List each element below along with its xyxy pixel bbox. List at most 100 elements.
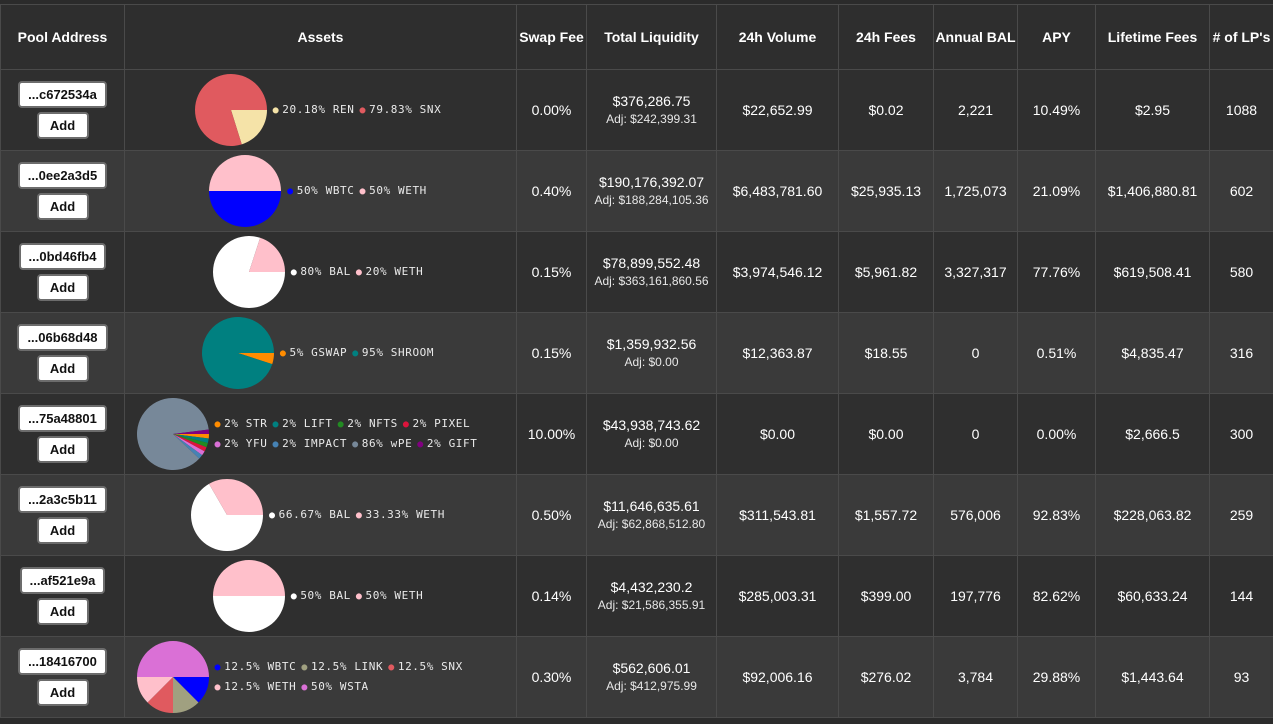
header-pool-address[interactable]: Pool Address bbox=[1, 5, 125, 70]
add-pool-button[interactable]: Add bbox=[37, 112, 89, 139]
legend-label: 12.5% SNX bbox=[398, 660, 463, 673]
legend-item: ●2% GIFT bbox=[417, 434, 477, 454]
lp-count: 93 bbox=[1210, 637, 1273, 718]
lp-count-value: 316 bbox=[1230, 345, 1253, 361]
apy-value: 82.62% bbox=[1033, 588, 1080, 604]
legend-label: 20% WETH bbox=[366, 265, 424, 278]
legend-label: 86% wPE bbox=[362, 437, 413, 450]
swap-fee-value: 0.50% bbox=[532, 507, 572, 523]
fees-24h: $0.00 bbox=[839, 394, 934, 475]
header-total-liquidity[interactable]: Total Liquidity bbox=[587, 5, 717, 70]
fees-24h: $5,961.82 bbox=[839, 232, 934, 313]
header-annual-bal[interactable]: Annual BAL bbox=[934, 5, 1018, 70]
asset-legend: ●20.18% REN●79.83% SNX bbox=[273, 100, 447, 120]
legend-item: ●2% PIXEL bbox=[403, 414, 470, 434]
legend-label: 2% STR bbox=[224, 417, 267, 430]
total-liquidity: $190,176,392.07 Adj: $188,284,105.36 bbox=[587, 151, 717, 232]
legend-dot-icon: ● bbox=[417, 439, 424, 450]
add-pool-button[interactable]: Add bbox=[37, 679, 89, 706]
pool-address-button[interactable]: ...c672534a bbox=[18, 81, 107, 108]
liquidity-value: $4,432,230.2 bbox=[587, 578, 716, 596]
table-row: ...af521e9a Add ●50% BAL●50% WETH0.14%$4… bbox=[1, 556, 1273, 637]
fees-24h-value: $399.00 bbox=[861, 588, 912, 604]
lifetime-fees-value: $1,406,880.81 bbox=[1108, 183, 1198, 199]
liquidity-value: $1,359,932.56 bbox=[587, 335, 716, 353]
pie-slice bbox=[213, 596, 285, 632]
legend-item: ●2% YFU bbox=[215, 434, 268, 454]
table-row: ...0bd46fb4 Add ●80% BAL●20% WETH0.15%$7… bbox=[1, 232, 1273, 313]
pool-address-button[interactable]: ...af521e9a bbox=[20, 567, 106, 594]
fees-24h: $18.55 bbox=[839, 313, 934, 394]
pool-address-button[interactable]: ...0ee2a3d5 bbox=[18, 162, 107, 189]
assets-group: ●12.5% WBTC●12.5% LINK●12.5% SNX●12.5% W… bbox=[125, 641, 516, 713]
annual-bal: 1,725,073 bbox=[934, 151, 1018, 232]
legend-dot-icon: ● bbox=[291, 267, 298, 278]
header-24h-fees[interactable]: 24h Fees bbox=[839, 5, 934, 70]
annual-bal: 0 bbox=[934, 394, 1018, 475]
add-pool-button[interactable]: Add bbox=[37, 598, 89, 625]
legend-item: ●2% NFTS bbox=[338, 414, 398, 434]
assets-cell: ●2% STR●2% LIFT●2% NFTS●2% PIXEL●2% YFU●… bbox=[125, 394, 517, 475]
pool-address-group: ...c672534a Add bbox=[1, 81, 124, 139]
legend-dot-icon: ● bbox=[352, 348, 359, 359]
liquidity-value: $190,176,392.07 bbox=[587, 173, 716, 191]
assets-group: ●2% STR●2% LIFT●2% NFTS●2% PIXEL●2% YFU●… bbox=[125, 398, 516, 470]
pool-address-button[interactable]: ...18416700 bbox=[18, 648, 107, 675]
legend-dot-icon: ● bbox=[215, 419, 222, 430]
assets-group: ●50% BAL●50% WETH bbox=[125, 560, 516, 632]
legend-label: 5% GSWAP bbox=[289, 346, 347, 359]
header-lifetime-fees[interactable]: Lifetime Fees bbox=[1096, 5, 1210, 70]
apy-value: 92.83% bbox=[1033, 507, 1080, 523]
legend-dot-icon: ● bbox=[352, 439, 359, 450]
add-pool-button[interactable]: Add bbox=[37, 436, 89, 463]
pool-address-group: ...06b68d48 Add bbox=[1, 324, 124, 382]
total-liquidity: $11,646,635.61 Adj: $62,868,512.80 bbox=[587, 475, 717, 556]
annual-bal-value: 0 bbox=[972, 426, 980, 442]
pool-address-group: ...2a3c5b11 Add bbox=[1, 486, 124, 544]
swap-fee: 0.00% bbox=[517, 70, 587, 151]
swap-fee: 0.40% bbox=[517, 151, 587, 232]
pool-address-button[interactable]: ...75a48801 bbox=[18, 405, 107, 432]
pool-address-button[interactable]: ...0bd46fb4 bbox=[19, 243, 107, 270]
pool-address-cell: ...0ee2a3d5 Add bbox=[1, 151, 125, 232]
legend-dot-icon: ● bbox=[338, 419, 345, 430]
header-lps[interactable]: # of LP's bbox=[1210, 5, 1273, 70]
liquidity-adjusted: Adj: $0.00 bbox=[587, 434, 716, 452]
table-row: ...06b68d48 Add ●5% GSWAP●95% SHROOM0.15… bbox=[1, 313, 1273, 394]
assets-group: ●66.67% BAL●33.33% WETH bbox=[125, 479, 516, 551]
lifetime-fees-value: $228,063.82 bbox=[1114, 507, 1192, 523]
legend-item: ●12.5% WBTC bbox=[215, 657, 297, 677]
add-pool-button[interactable]: Add bbox=[37, 355, 89, 382]
volume-24h: $12,363.87 bbox=[717, 313, 839, 394]
fees-24h: $276.02 bbox=[839, 637, 934, 718]
legend-dot-icon: ● bbox=[272, 439, 279, 450]
header-assets[interactable]: Assets bbox=[125, 5, 517, 70]
legend-label: 12.5% WETH bbox=[224, 680, 296, 693]
legend-dot-icon: ● bbox=[403, 419, 410, 430]
lp-count-value: 259 bbox=[1230, 507, 1253, 523]
legend-label: 50% BAL bbox=[300, 589, 351, 602]
legend-dot-icon: ● bbox=[215, 662, 222, 673]
pool-address-button[interactable]: ...06b68d48 bbox=[17, 324, 107, 351]
legend-label: 20.18% REN bbox=[282, 103, 354, 116]
add-pool-button[interactable]: Add bbox=[37, 193, 89, 220]
add-pool-button[interactable]: Add bbox=[37, 517, 89, 544]
apy: 92.83% bbox=[1018, 475, 1096, 556]
header-swap-fee[interactable]: Swap Fee bbox=[517, 5, 587, 70]
header-apy[interactable]: APY bbox=[1018, 5, 1096, 70]
apy-value: 10.49% bbox=[1033, 102, 1080, 118]
lifetime-fees-value: $1,443.64 bbox=[1121, 669, 1183, 685]
volume-24h-value: $285,003.31 bbox=[739, 588, 817, 604]
add-pool-button[interactable]: Add bbox=[37, 274, 89, 301]
annual-bal: 3,784 bbox=[934, 637, 1018, 718]
legend-item: ●66.67% BAL bbox=[269, 505, 351, 525]
pool-address-group: ...18416700 Add bbox=[1, 648, 124, 706]
pool-address-button[interactable]: ...2a3c5b11 bbox=[18, 486, 107, 513]
pool-address-cell: ...af521e9a Add bbox=[1, 556, 125, 637]
annual-bal: 2,221 bbox=[934, 70, 1018, 151]
liquidity-adjusted: Adj: $21,586,355.91 bbox=[587, 596, 716, 614]
legend-dot-icon: ● bbox=[388, 662, 395, 673]
lifetime-fees-value: $619,508.41 bbox=[1114, 264, 1192, 280]
header-24h-volume[interactable]: 24h Volume bbox=[717, 5, 839, 70]
apy: 29.88% bbox=[1018, 637, 1096, 718]
